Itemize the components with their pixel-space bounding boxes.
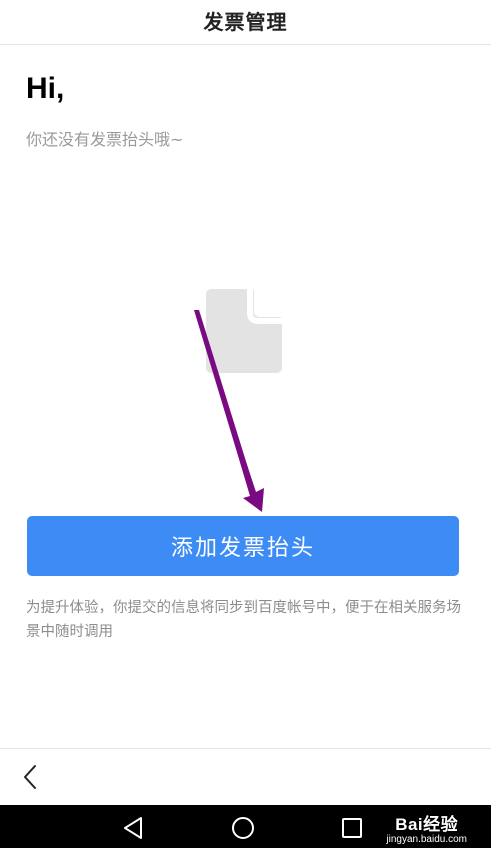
watermark-url: jingyan.baidu.com <box>386 834 467 845</box>
greeting-heading: Hi, <box>26 72 65 105</box>
document-icon <box>206 287 284 373</box>
app-header: 发票管理 <box>0 0 491 45</box>
empty-state-message: 你还没有发票抬头哦~ <box>26 130 184 149</box>
chevron-left-icon <box>24 765 36 789</box>
sync-notice: 为提升体验，你提交的信息将同步到百度帐号中，便于在相关服务场景中随时调用 <box>26 600 461 640</box>
system-navigation-bar: Bai经验 jingyan.baidu.com <box>0 805 491 848</box>
triangle-back-icon[interactable] <box>121 815 147 841</box>
back-button[interactable] <box>14 761 46 793</box>
watermark-logo: Bai经验 <box>395 815 459 834</box>
baidu-jingyan-watermark: Bai经验 jingyan.baidu.com <box>386 810 467 845</box>
square-recents-icon[interactable] <box>339 815 365 841</box>
page-title: 发票管理 <box>203 10 288 34</box>
circle-home-icon[interactable] <box>230 815 256 841</box>
add-invoice-title-button[interactable]: 添加发票抬头 <box>27 516 459 576</box>
bottom-toolbar <box>0 748 491 806</box>
